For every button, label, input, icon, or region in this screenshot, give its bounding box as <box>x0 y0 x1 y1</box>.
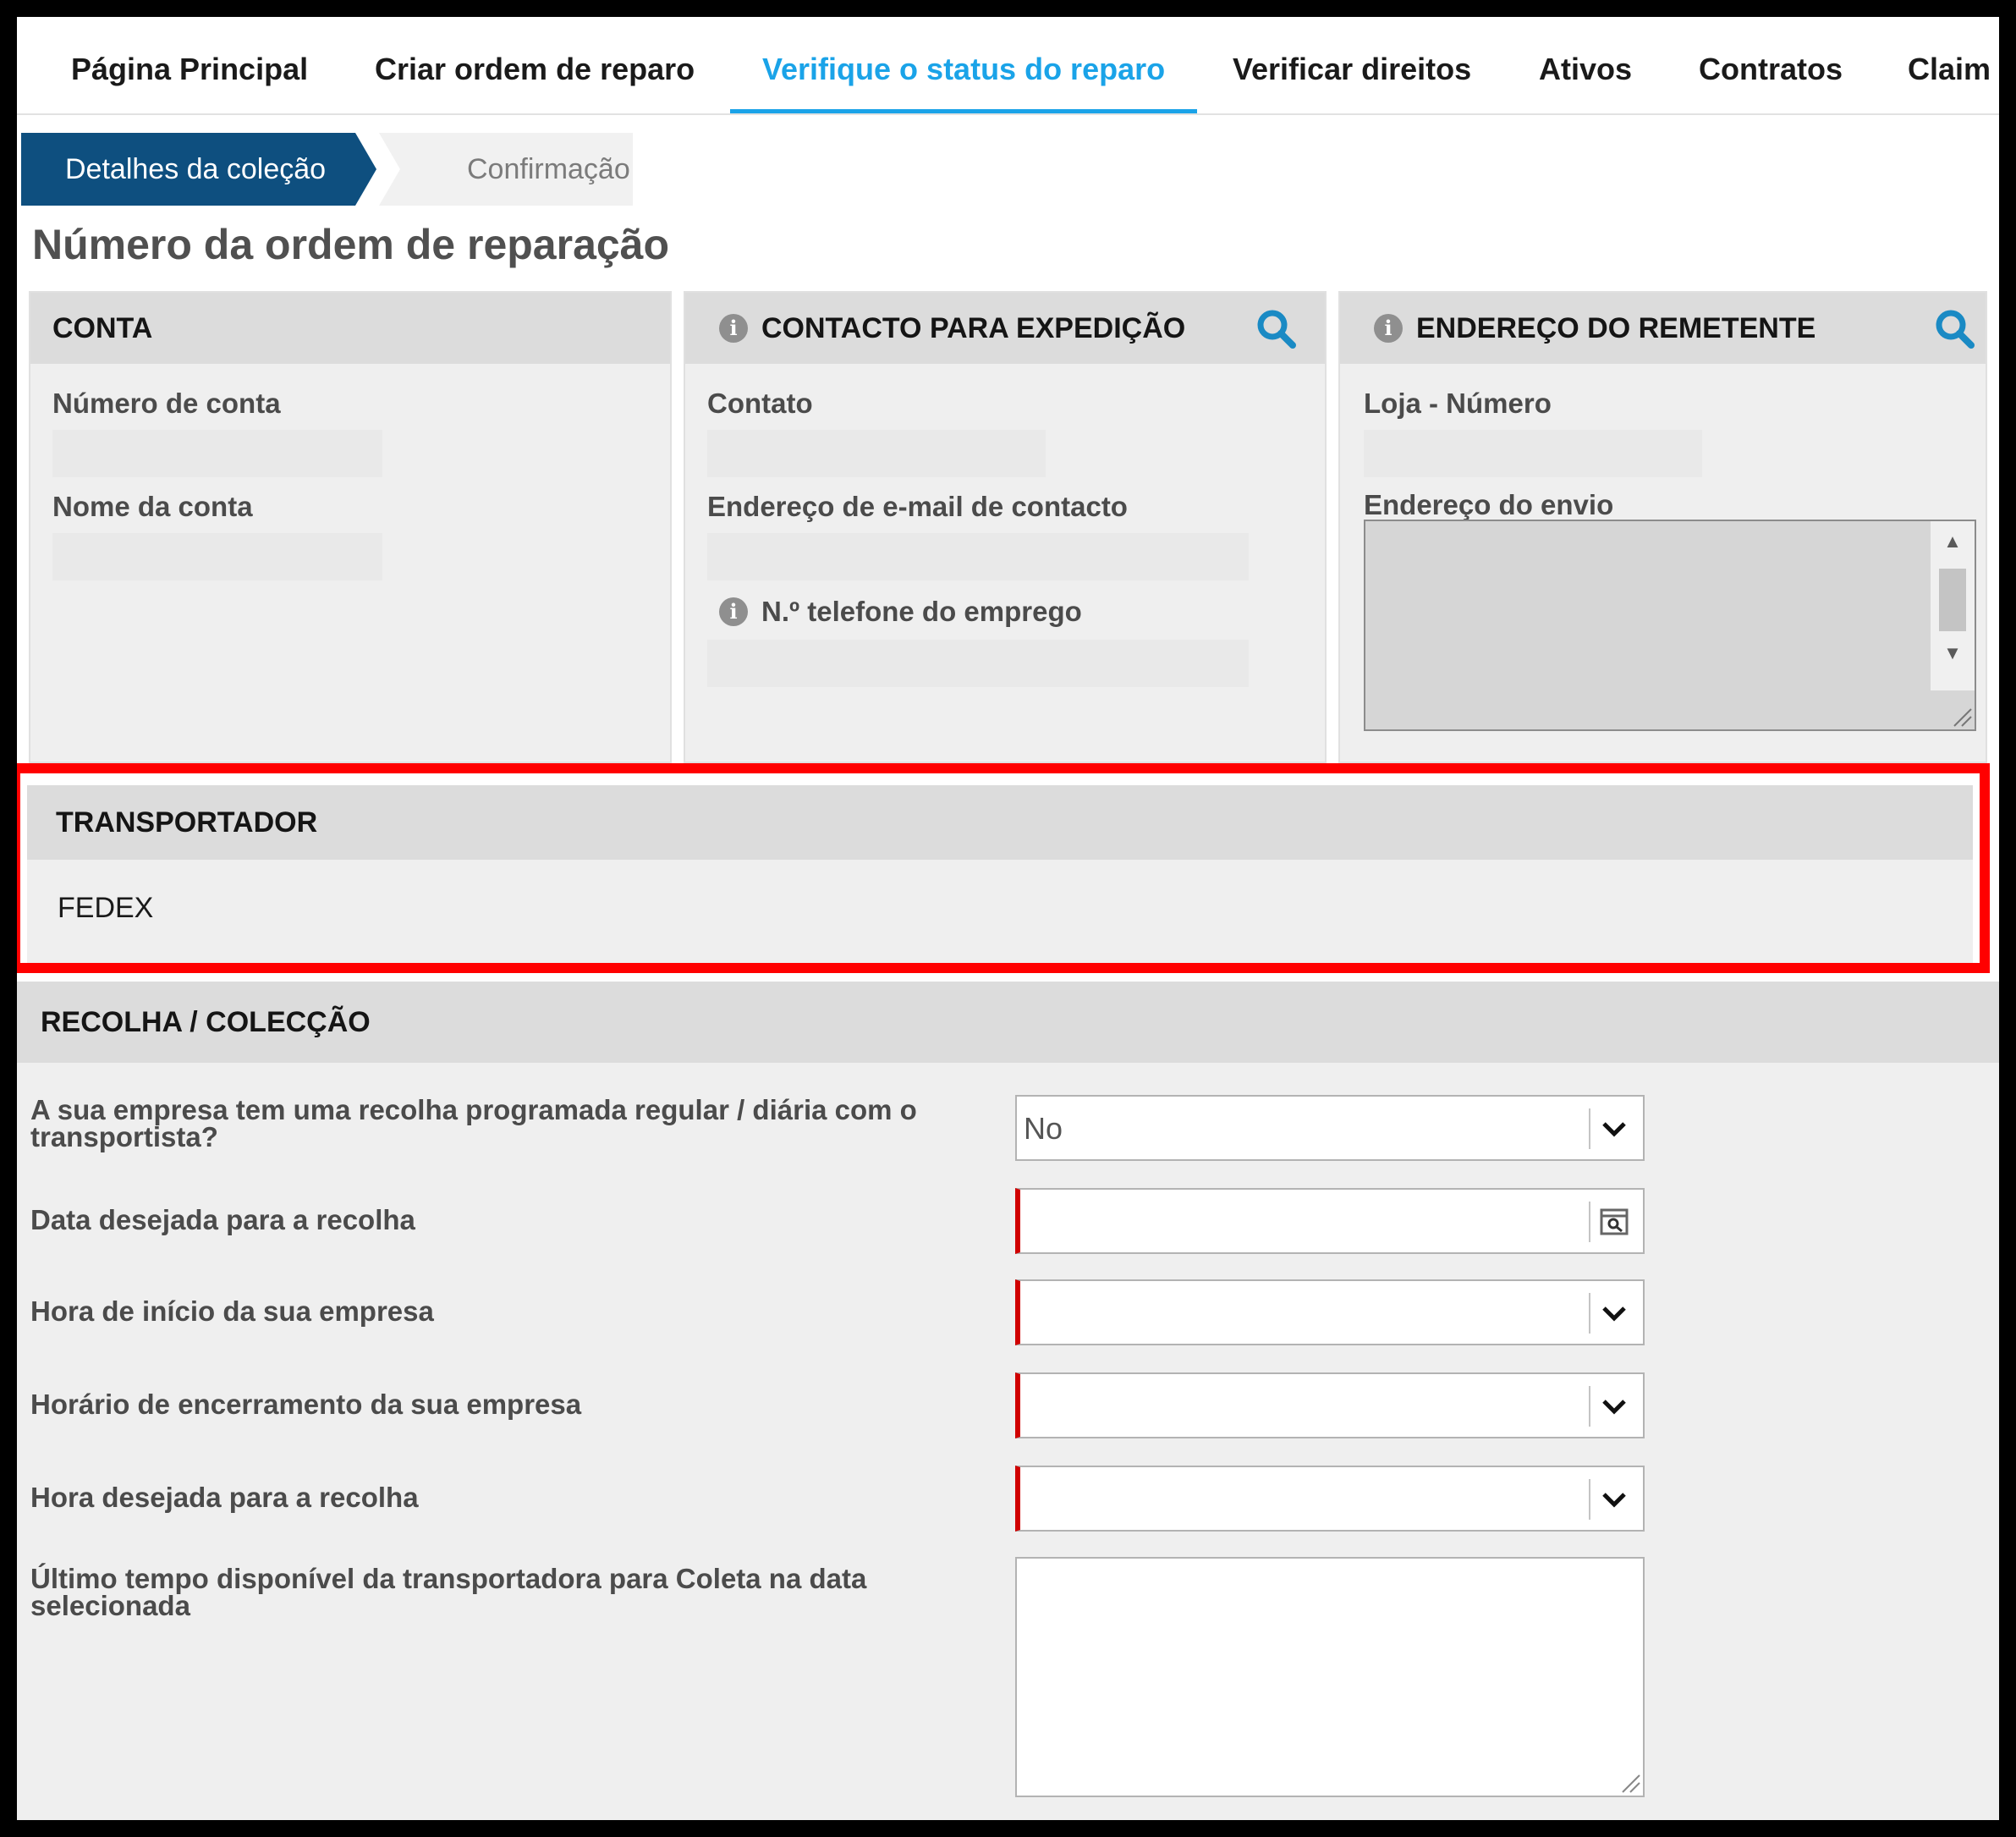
scroll-thumb[interactable] <box>1939 569 1966 631</box>
account-name-value <box>52 533 382 580</box>
scroll-down-icon[interactable]: ▼ <box>1931 636 1975 670</box>
step-confirmation[interactable]: Confirmação <box>379 133 633 206</box>
pickup-title: RECOLHA / COLECÇÃO <box>41 1006 371 1038</box>
pickup-date-label: Data desejada para a recolha <box>30 1204 415 1235</box>
sender-address-card: i ENDEREÇO DO REMETENTE Loja - Número En… <box>1338 291 1987 763</box>
store-number-label: Loja - Número <box>1364 388 1552 419</box>
card-header: i ENDEREÇO DO REMETENTE <box>1340 293 1986 364</box>
nav-item-check-entitlements[interactable]: Verificar direitos <box>1233 27 1471 112</box>
page-title: Número da ordem de reparação <box>32 221 670 268</box>
business-start-time-select[interactable] <box>1015 1279 1645 1345</box>
resize-grip-icon[interactable] <box>1616 1768 1641 1794</box>
business-close-time-select[interactable] <box>1015 1372 1645 1438</box>
contact-email-label: Endereço de e-mail de contacto <box>707 491 1128 522</box>
desired-pickup-time-select[interactable] <box>1015 1466 1645 1532</box>
desired-pickup-time-label: Hora desejada para a recolha <box>30 1482 419 1513</box>
ship-address-textarea[interactable]: ▲ ▼ <box>1364 520 1976 731</box>
card-header: CONTA <box>30 293 670 364</box>
select-divider <box>1589 1293 1590 1334</box>
chevron-down-icon[interactable] <box>1597 1389 1631 1423</box>
info-icon[interactable]: i <box>1374 314 1403 343</box>
contact-value <box>707 430 1046 477</box>
info-icon[interactable]: i <box>719 597 748 626</box>
chevron-down-icon[interactable] <box>1597 1482 1631 1516</box>
chevron-down-icon[interactable] <box>1597 1112 1631 1146</box>
card-header: i CONTACTO PARA EXPEDIÇÃO <box>685 293 1325 364</box>
page-frame: Página Principal Criar ordem de reparo V… <box>17 17 1999 1820</box>
nav-item-contracts[interactable]: Contratos <box>1699 27 1843 112</box>
select-divider <box>1589 1386 1590 1427</box>
card-title: CONTACTO PARA EXPEDIÇÃO <box>761 312 1186 344</box>
nav-item-create-repair-order[interactable]: Criar ordem de reparo <box>375 27 695 112</box>
search-icon[interactable] <box>1254 306 1299 352</box>
work-phone-value <box>707 640 1249 687</box>
info-icon[interactable]: i <box>719 314 748 343</box>
business-close-time-label: Horário de encerramento da sua empresa <box>30 1389 582 1420</box>
regular-pickup-value: No <box>1024 1111 1063 1146</box>
select-divider <box>1589 1479 1590 1520</box>
work-phone-label: N.º telefone do emprego <box>761 596 1082 627</box>
chevron-down-icon[interactable] <box>1597 1296 1631 1330</box>
last-available-pickup-time-label: Último tempo disponível da transportador… <box>30 1563 867 1621</box>
nav-item-home[interactable]: Página Principal <box>71 27 308 112</box>
step-label: Confirmação <box>467 153 630 185</box>
search-icon[interactable] <box>1932 306 1978 352</box>
nav-item-check-repair-status[interactable]: Verifique o status do reparo <box>729 27 1198 113</box>
calendar-search-icon[interactable] <box>1597 1205 1631 1239</box>
pickup-header: RECOLHA / COLECÇÃO <box>17 982 1999 1063</box>
regular-pickup-label: A sua empresa tem uma recolha programada… <box>30 1094 917 1152</box>
select-divider <box>1589 1108 1590 1149</box>
scrollbar[interactable]: ▲ ▼ <box>1931 521 1975 690</box>
resize-grip-icon[interactable] <box>1947 702 1973 728</box>
regular-pickup-select[interactable]: No <box>1015 1095 1645 1161</box>
account-name-label: Nome da conta <box>52 491 253 522</box>
store-number-value <box>1364 430 1702 477</box>
card-title: CONTA <box>52 312 153 344</box>
business-start-time-label: Hora de início da sua empresa <box>30 1295 434 1327</box>
step-collection-details[interactable]: Detalhes da coleção <box>21 133 376 206</box>
account-number-value <box>52 430 382 477</box>
last-available-pickup-time-textarea[interactable] <box>1015 1557 1645 1797</box>
nav-item-assets[interactable]: Ativos <box>1539 27 1632 112</box>
pickup-date-input[interactable] <box>1015 1188 1645 1254</box>
contact-label: Contato <box>707 388 813 419</box>
account-number-label: Número de conta <box>52 388 281 419</box>
contact-email-value <box>707 533 1249 580</box>
account-card: CONTA Número de conta Nome da conta <box>29 291 672 763</box>
scroll-up-icon[interactable]: ▲ <box>1931 525 1975 558</box>
shipping-contact-card: i CONTACTO PARA EXPEDIÇÃO Contato Endere… <box>684 291 1327 763</box>
input-divider <box>1589 1202 1590 1242</box>
nav-item-claim[interactable]: Claim <box>1908 27 1991 112</box>
highlight-box <box>17 763 1990 973</box>
card-title: ENDEREÇO DO REMETENTE <box>1416 312 1816 344</box>
top-navigation: Página Principal Criar ordem de reparo V… <box>17 27 1999 115</box>
step-label: Detalhes da coleção <box>65 153 327 185</box>
ship-address-label: Endereço do envio <box>1364 489 1614 520</box>
